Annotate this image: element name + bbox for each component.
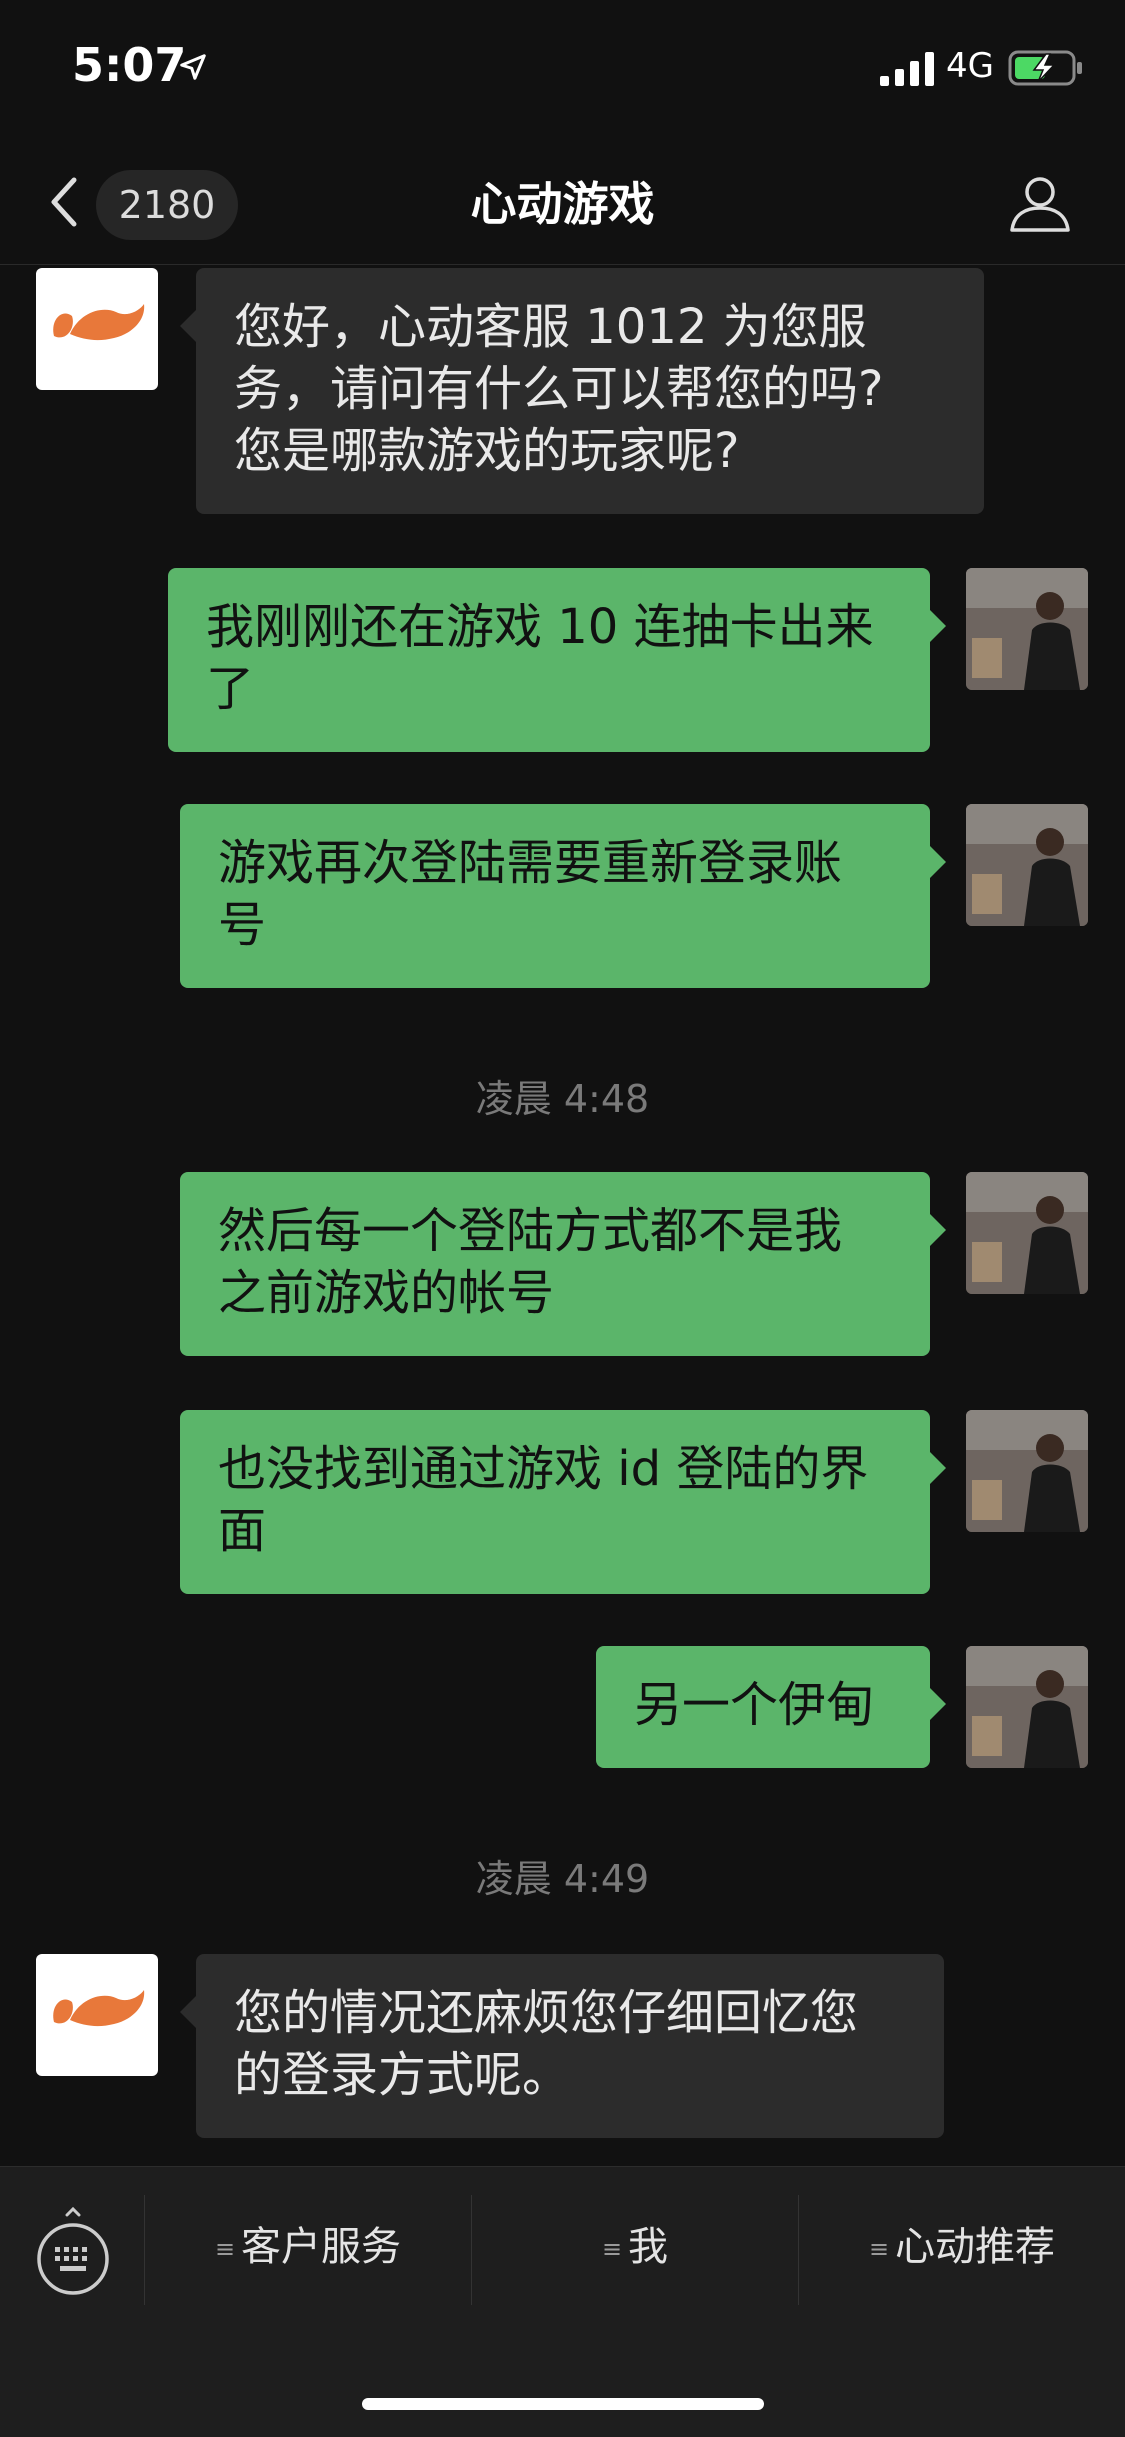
status-bar: 5:07 4G [0, 0, 1125, 140]
message-line: 务，请问有什么可以帮您的吗? [234, 361, 884, 417]
message-bubble-outgoing[interactable]: 也没找到通过游戏 id 登陆的界 面 [180, 1410, 946, 1594]
avatar-user[interactable] [966, 1646, 1088, 1768]
avatar-bot[interactable] [36, 1954, 158, 2076]
menu-item-label: 我 [628, 2224, 669, 2270]
page-title: 心动游戏 [470, 177, 655, 231]
nav-bar: 2180 心动游戏 [0, 140, 1125, 265]
message-line: 另一个伊甸 [634, 1677, 875, 1733]
avatar-user[interactable] [966, 804, 1088, 926]
message-bubble-incoming[interactable]: 您的情况还麻烦您仔细回忆您 的登录方式呢。 [180, 1954, 944, 2138]
message-bubble-outgoing[interactable]: 然后每一个登陆方式都不是我 之前游戏的帐号 [180, 1172, 946, 1356]
message-line: 我刚刚还在游戏 10 连抽卡出来 [206, 599, 874, 655]
menu-item-customer-service[interactable]: ≡ 客户服务 [145, 2187, 471, 2307]
status-time: 5:07 [72, 38, 187, 92]
message-bubble-incoming[interactable]: 您好，心动客服 1012 为您服 务，请问有什么可以帮您的吗? 您是哪款游戏的玩… [180, 268, 984, 514]
message-line: 面 [218, 1503, 267, 1559]
user-photo-avatar [966, 804, 1088, 926]
avatar-user[interactable] [966, 1172, 1088, 1294]
user-photo-avatar [966, 1646, 1088, 1768]
message-line: 然后每一个登陆方式都不是我 [218, 1203, 843, 1259]
avatar-user[interactable] [966, 1410, 1088, 1532]
profile-icon[interactable] [1008, 170, 1072, 234]
home-indicator[interactable] [362, 2398, 764, 2410]
carrier-label: 4G [946, 46, 994, 86]
menu-item-label: 客户服务 [241, 2224, 402, 2270]
message-bubble-outgoing[interactable]: 我刚刚还在游戏 10 连抽卡出来 了 [168, 568, 946, 752]
message-bubble-outgoing[interactable]: 另一个伊甸 [596, 1646, 946, 1768]
user-photo-avatar [966, 568, 1088, 690]
battery-charging-icon [1008, 50, 1082, 86]
brand-logo-icon [53, 1990, 145, 2027]
chat-timestamp: 凌晨 4:49 [475, 1857, 650, 1901]
menu-item-label: 心动推荐 [895, 2224, 1056, 2270]
message-line: 之前游戏的帐号 [218, 1265, 555, 1321]
brand-logo-icon [53, 304, 145, 341]
avatar-bot[interactable] [36, 268, 158, 390]
menu-lines-icon: ≡ [214, 2235, 236, 2263]
message-line: 了 [206, 661, 255, 717]
menu-item-recommend[interactable]: ≡ 心动推荐 [799, 2187, 1125, 2307]
menu-lines-icon: ≡ [868, 2235, 890, 2263]
message-line: 您是哪款游戏的玩家呢? [234, 423, 740, 479]
message-line: 您好，心动客服 1012 为您服 [234, 299, 867, 355]
signal-icon [880, 52, 934, 86]
user-photo-avatar [966, 1172, 1088, 1294]
message-bubble-outgoing[interactable]: 游戏再次登陆需要重新登录账 号 [180, 804, 946, 988]
message-line: 的登录方式呢。 [234, 2047, 571, 2103]
chat-timestamp: 凌晨 4:48 [475, 1077, 650, 1121]
menu-lines-icon: ≡ [601, 2235, 623, 2263]
location-arrow-icon [180, 54, 206, 80]
message-line: 也没找到通过游戏 id 登陆的界 [218, 1441, 869, 1497]
keyboard-icon[interactable] [34, 2207, 112, 2297]
bottom-menu-bar: ≡ 客户服务 ≡ 我 ≡ 心动推荐 [0, 2166, 1125, 2437]
menu-item-me[interactable]: ≡ 我 [472, 2187, 798, 2307]
user-photo-avatar [966, 1410, 1088, 1532]
message-line: 游戏再次登陆需要重新登录账 [218, 835, 843, 891]
message-line: 您的情况还麻烦您仔细回忆您 [234, 1985, 859, 2041]
message-line: 号 [218, 897, 267, 953]
avatar-user[interactable] [966, 568, 1088, 690]
